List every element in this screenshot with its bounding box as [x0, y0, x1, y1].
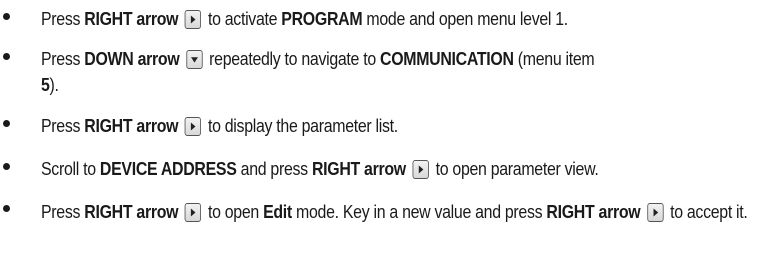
bullet-icon: [3, 53, 10, 60]
key-name-right-arrow: RIGHT arrow: [84, 8, 179, 29]
bullet-icon: [3, 205, 10, 212]
key-name-right-arrow: RIGHT arrow: [311, 158, 406, 179]
step-2-text: Press DOWN arrow repeatedly to navigate …: [41, 48, 595, 95]
right-arrow-key-icon: [184, 117, 202, 136]
step-4-text: Scroll to DEVICE ADDRESS and press RIGHT…: [41, 158, 599, 179]
right-arrow-key-icon: [184, 203, 202, 222]
parameter-name-device-address: DEVICE ADDRESS: [99, 158, 237, 179]
bullet-icon: [3, 120, 10, 127]
bullet-icon: [3, 13, 10, 20]
right-arrow-key-icon: [412, 160, 429, 179]
right-arrow-key-icon: [647, 203, 664, 222]
key-name-down-arrow: DOWN arrow: [84, 48, 180, 69]
mode-name-program: PROGRAM: [281, 8, 363, 29]
key-name-right-arrow: RIGHT arrow: [546, 201, 641, 222]
key-name-right-arrow: RIGHT arrow: [84, 115, 179, 136]
menu-item-number: 5: [41, 74, 50, 95]
mode-name-edit: Edit: [263, 201, 292, 222]
right-arrow-key-icon: [184, 10, 202, 29]
step-3-text: Press RIGHT arrow to display the paramet…: [41, 115, 398, 136]
step-1-text: Press RIGHT arrow to activate PROGRAM mo…: [41, 8, 568, 29]
key-name-right-arrow: RIGHT arrow: [84, 201, 179, 222]
bullet-icon: [3, 163, 10, 170]
step-5-text: Press RIGHT arrow to open Edit mode. Key…: [41, 201, 748, 222]
instruction-list-page: Press RIGHT arrow to activate PROGRAM mo…: [0, 0, 773, 279]
menu-name-communication: COMMUNICATION: [380, 48, 514, 69]
down-arrow-key-icon: [186, 50, 203, 69]
